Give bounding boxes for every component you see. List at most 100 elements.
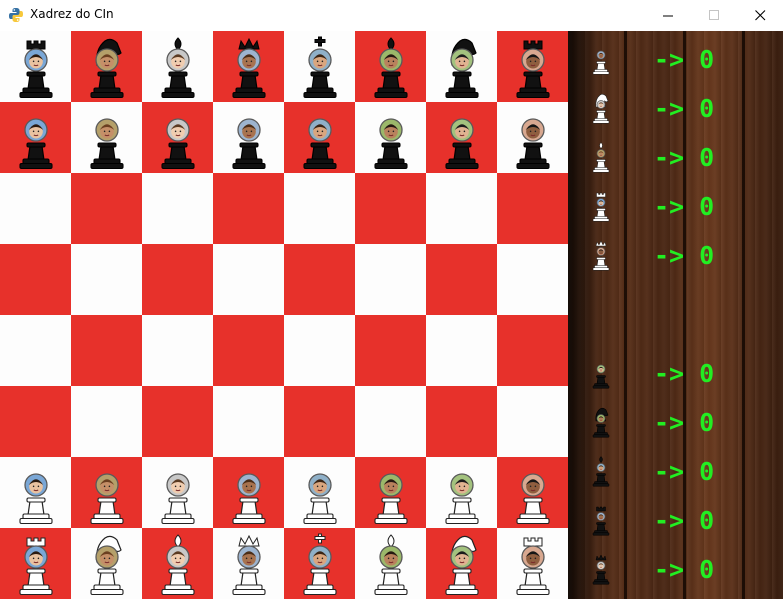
board-square[interactable] [497,244,568,315]
board-square[interactable] [0,386,71,457]
black-pawn-icon[interactable] [511,106,555,170]
board-square[interactable] [71,528,142,599]
board-square[interactable] [284,102,355,173]
black-rook-icon[interactable] [14,35,58,99]
board-square[interactable] [355,31,426,102]
white-pawn-icon[interactable] [298,461,342,525]
board-square[interactable] [71,31,142,102]
board-square[interactable] [213,102,284,173]
board-square[interactable] [142,173,213,244]
board-square[interactable] [142,315,213,386]
board-square[interactable] [497,102,568,173]
black-bishop-icon[interactable] [369,35,413,99]
white-pawn-icon[interactable] [227,461,271,525]
board-square[interactable] [497,315,568,386]
board-square[interactable] [0,457,71,528]
white-pawn-icon[interactable] [440,461,484,525]
white-pawn-icon[interactable] [511,461,555,525]
black-bishop-icon[interactable] [156,35,200,99]
board-square[interactable] [497,31,568,102]
board-square[interactable] [71,173,142,244]
board-square[interactable] [426,528,497,599]
chess-board[interactable] [0,31,568,599]
white-pawn-icon[interactable] [14,461,58,525]
board-square[interactable] [355,173,426,244]
board-square[interactable] [213,31,284,102]
board-square[interactable] [284,315,355,386]
board-square[interactable] [213,528,284,599]
board-square[interactable] [426,457,497,528]
board-square[interactable] [71,244,142,315]
black-king-icon[interactable] [298,35,342,99]
board-square[interactable] [0,173,71,244]
board-square[interactable] [497,386,568,457]
board-square[interactable] [213,386,284,457]
white-pawn-icon[interactable] [85,461,129,525]
board-square[interactable] [284,457,355,528]
black-pawn-icon[interactable] [369,106,413,170]
board-square[interactable] [497,457,568,528]
white-queen-icon[interactable] [227,532,271,596]
black-knight-icon[interactable] [85,35,129,99]
black-pawn-icon[interactable] [14,106,58,170]
board-square[interactable] [142,31,213,102]
white-king-icon[interactable] [298,532,342,596]
board-square[interactable] [284,31,355,102]
board-square[interactable] [426,31,497,102]
board-square[interactable] [426,102,497,173]
board-square[interactable] [355,457,426,528]
board-square[interactable] [213,244,284,315]
board-square[interactable] [142,244,213,315]
board-square[interactable] [284,244,355,315]
white-knight-icon[interactable] [440,532,484,596]
maximize-button[interactable] [691,0,737,31]
white-bishop-icon[interactable] [156,532,200,596]
board-square[interactable] [426,315,497,386]
title-bar[interactable]: Xadrez do CIn [0,0,783,32]
board-square[interactable] [142,386,213,457]
board-square[interactable] [355,315,426,386]
board-square[interactable] [213,173,284,244]
close-button[interactable] [737,0,783,31]
minimize-button[interactable] [645,0,691,31]
board-square[interactable] [71,457,142,528]
white-pawn-icon[interactable] [156,461,200,525]
white-rook-icon[interactable] [14,532,58,596]
white-pawn-icon[interactable] [369,461,413,525]
board-square[interactable] [284,173,355,244]
board-square[interactable] [0,244,71,315]
board-square[interactable] [355,528,426,599]
black-pawn-icon[interactable] [440,106,484,170]
board-square[interactable] [71,102,142,173]
board-square[interactable] [213,315,284,386]
board-square[interactable] [0,315,71,386]
black-rook-icon[interactable] [511,35,555,99]
board-square[interactable] [355,102,426,173]
board-square[interactable] [426,386,497,457]
board-square[interactable] [284,528,355,599]
board-square[interactable] [284,386,355,457]
board-square[interactable] [355,386,426,457]
black-pawn-icon[interactable] [85,106,129,170]
black-pawn-icon[interactable] [227,106,271,170]
board-square[interactable] [71,386,142,457]
board-square[interactable] [213,457,284,528]
board-square[interactable] [142,528,213,599]
board-square[interactable] [497,173,568,244]
white-rook-icon[interactable] [511,532,555,596]
black-queen-icon[interactable] [227,35,271,99]
black-pawn-icon[interactable] [298,106,342,170]
black-knight-icon[interactable] [440,35,484,99]
board-square[interactable] [426,244,497,315]
black-pawn-icon[interactable] [156,106,200,170]
board-square[interactable] [0,31,71,102]
board-square[interactable] [497,528,568,599]
board-square[interactable] [0,528,71,599]
board-square[interactable] [426,173,497,244]
board-square[interactable] [0,102,71,173]
white-knight-icon[interactable] [85,532,129,596]
board-square[interactable] [355,244,426,315]
board-square[interactable] [71,315,142,386]
white-bishop-icon[interactable] [369,532,413,596]
board-square[interactable] [142,102,213,173]
